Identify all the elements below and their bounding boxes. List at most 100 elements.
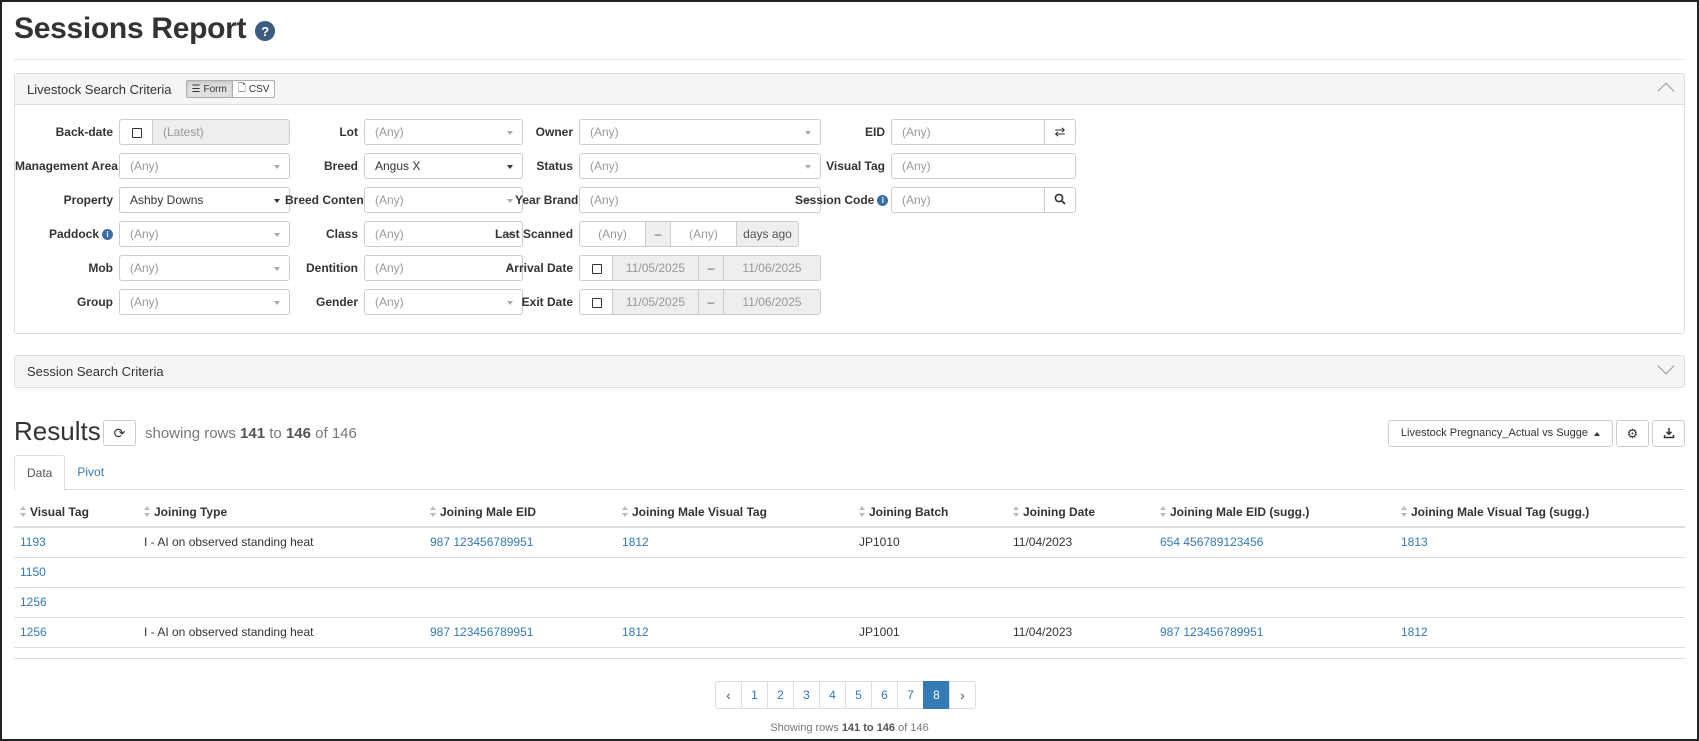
active-page-button[interactable]: 8 [923,681,950,709]
sort-icon [1401,505,1408,517]
lot-select[interactable]: (Any) [364,119,523,145]
breed-label: Breed [323,159,358,173]
file-icon: 🗋 [237,82,246,94]
results-title: Results [14,416,101,446]
status-select[interactable]: (Any) [579,153,821,179]
csv-format-label: CSV [248,83,270,95]
owner-label: Owner [535,125,573,139]
download-button[interactable] [1652,420,1685,447]
last-scanned-from-input[interactable]: (Any) [579,221,646,247]
joining-date-cell: 11/04/2023 [1007,527,1154,558]
mob-select[interactable]: (Any) [119,255,290,281]
sort-icon [859,505,866,517]
page-button[interactable]: 6 [871,681,898,709]
breed-select[interactable]: Angus X [364,153,523,179]
exit-date-checkbox[interactable] [579,289,613,315]
owner-select[interactable]: (Any) [579,119,821,145]
paddock-select[interactable]: (Any) [119,221,290,247]
year-brand-select[interactable]: (Any) [579,187,821,213]
joining-male-visual-tag-sugg-link[interactable]: 1812 [1401,625,1428,639]
panel-title: Livestock Search Criteria [27,81,172,97]
joining-male-eid-link[interactable]: 987 123456789951 [430,535,533,549]
visual-tag-input[interactable]: (Any) [891,153,1076,179]
page-button[interactable]: 3 [793,681,820,709]
status-value: (Any) [590,159,619,173]
column-label: Visual Tag [30,504,89,519]
backdate-checkbox[interactable] [119,119,153,145]
column-header-joining-batch[interactable]: Joining Batch [853,497,1007,528]
group-select[interactable]: (Any) [119,289,290,315]
footer-to: 146 [876,722,896,734]
expand-chevron-icon[interactable] [1657,357,1675,375]
breed-content-label: Breed Content [285,193,368,207]
eid-label: EID [864,125,885,139]
joining-male-visual-tag-link[interactable]: 1812 [622,535,649,549]
column-header-joining-male-visual-tag[interactable]: Joining Male Visual Tag [616,497,853,528]
table-bottom-divider [14,658,1685,659]
swap-button[interactable]: ⇄ [1044,119,1076,145]
page-button[interactable]: 5 [845,681,872,709]
sort-icon [430,505,437,517]
class-label: Class [325,227,358,241]
next-page-button[interactable]: › [949,681,976,709]
column-header-joining-male-eid[interactable]: Joining Male EID [424,497,616,528]
showing-prefix: showing rows [145,425,236,442]
report-select-button[interactable]: Livestock Pregnancy_Actual vs Sugge [1387,420,1613,447]
column-label: Joining Male Visual Tag (sugg.) [1411,504,1590,519]
session-code-search-button[interactable] [1044,187,1076,213]
management-area-select[interactable]: (Any) [119,153,290,179]
paddock-label: Paddock i [15,221,113,247]
info-icon[interactable]: i [877,195,889,206]
form-format-button[interactable]: ☰ Form [185,80,233,98]
csv-format-button[interactable]: 🗋 CSV [232,80,276,98]
page-button[interactable]: 2 [767,681,794,709]
property-select[interactable]: Ashby Downs [119,187,290,213]
help-icon[interactable]: ? [255,21,276,41]
prev-page-button[interactable]: ‹ [715,681,742,709]
download-icon [1663,428,1674,439]
page-button[interactable]: 7 [897,681,924,709]
joining-male-visual-tag-sugg-link[interactable]: 1813 [1401,535,1428,549]
page-button[interactable]: 1 [741,681,768,709]
swap-arrows-icon: ⇄ [1054,124,1066,139]
tab-data[interactable]: Data [14,455,66,491]
livestock-criteria-heading[interactable]: Livestock Search Criteria ☰ Form 🗋 CSV [15,74,1684,105]
panel-title: Session Search Criteria [27,364,164,379]
column-header-joining-type[interactable]: Joining Type [138,497,424,528]
joining-male-visual-tag-sugg-cell [1395,587,1685,618]
session-code-input[interactable]: (Any) [891,187,1045,213]
joining-date-cell [1007,587,1154,618]
arrival-date-label: Arrival Date [505,261,573,275]
management-area-value: (Any) [130,159,159,173]
tab-pivot[interactable]: Pivot [65,455,116,490]
joining-male-eid-sugg-link[interactable]: 987 123456789951 [1160,625,1263,639]
visual-tag-link[interactable]: 1256 [20,595,47,609]
joining-male-eid-sugg-link[interactable]: 654 456789123456 [1160,535,1263,549]
collapse-chevron-icon[interactable] [1657,82,1675,100]
page-header: Sessions Report ? [14,12,276,46]
last-scanned-to-input[interactable]: (Any) [670,221,737,247]
page-button[interactable]: 4 [819,681,846,709]
column-header-joining-male-eid-sugg[interactable]: Joining Male EID (sugg.) [1154,497,1395,528]
column-header-visual-tag[interactable]: Visual Tag [14,497,138,528]
arrival-date-checkbox[interactable] [579,255,613,281]
info-icon[interactable]: i [102,229,113,240]
column-header-joining-date[interactable]: Joining Date [1007,497,1154,528]
visual-tag-link[interactable]: 1193 [20,535,46,549]
exit-date-label: Exit Date [521,295,573,309]
joining-male-eid-link[interactable]: 987 123456789951 [430,625,533,639]
column-header-joining-male-visual-tag-sugg[interactable]: Joining Male Visual Tag (sugg.) [1395,497,1685,528]
settings-button[interactable]: ⚙ [1616,420,1649,447]
joining-male-visual-tag-link[interactable]: 1812 [622,625,649,639]
column-label: Joining Batch [869,504,949,519]
last-scanned-label: Last Scanned [495,227,574,241]
breed-value: Angus X [375,159,421,173]
visual-tag-link[interactable]: 1150 [20,565,46,579]
visual-tag-link[interactable]: 1256 [20,625,47,639]
breed-content-select[interactable]: (Any) [364,187,523,213]
arrival-date-separator: – [698,255,724,281]
mob-value: (Any) [130,261,159,275]
refresh-button[interactable]: ⟳ [103,420,136,446]
session-criteria-heading[interactable]: Session Search Criteria [15,356,1684,387]
eid-input[interactable]: (Any) [891,119,1045,145]
